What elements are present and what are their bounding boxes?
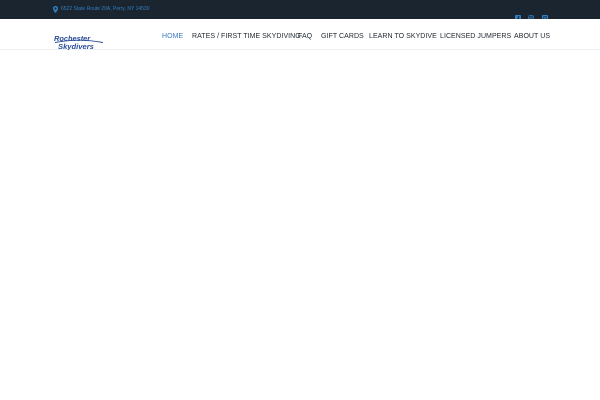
tripadvisor-icon[interactable] bbox=[542, 8, 548, 21]
nav-rates-first-time-skydiving[interactable]: RATES / FIRST TIME SKYDIVING bbox=[192, 33, 301, 41]
top-bar: 6522 State Route 20A, Perry, NY 14530 bbox=[0, 0, 600, 21]
address: 6522 State Route 20A, Perry, NY 14530 bbox=[53, 5, 149, 13]
nav-home[interactable]: HOME bbox=[162, 33, 183, 41]
map-pin-icon bbox=[53, 5, 58, 13]
nav-gift-cards[interactable]: GIFT CARDS bbox=[321, 33, 364, 41]
main-nav: HOME RATES / FIRST TIME SKYDIVING FAQ GI… bbox=[0, 19, 600, 50]
main-header: Rochester Skydivers HOME RATES / FIRST T… bbox=[0, 19, 600, 54]
address-text: 6522 State Route 20A, Perry, NY 14530 bbox=[61, 6, 150, 12]
instagram-icon[interactable] bbox=[528, 8, 534, 21]
page-content bbox=[0, 50, 600, 400]
facebook-icon[interactable] bbox=[515, 8, 521, 21]
nav-about-us[interactable]: ABOUT US bbox=[514, 33, 550, 41]
nav-faq[interactable]: FAQ bbox=[298, 33, 312, 41]
nav-learn-to-skydive[interactable]: LEARN TO SKYDIVE bbox=[369, 33, 437, 41]
nav-licensed-jumpers[interactable]: LICENSED JUMPERS bbox=[440, 33, 511, 41]
